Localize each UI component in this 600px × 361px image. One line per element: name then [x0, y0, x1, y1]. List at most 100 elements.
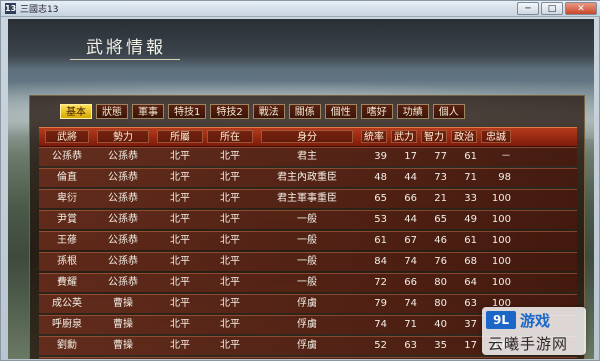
cell-politics: 71 — [464, 172, 477, 183]
column-header-faction[interactable]: 勢力 — [97, 130, 149, 143]
cell-intelligence: 46 — [434, 235, 447, 246]
cell-leadership: 74 — [374, 319, 387, 330]
cell-affiliation: 北平 — [170, 277, 190, 288]
screen-title: 武將情報 — [86, 38, 166, 58]
cell-leadership: 52 — [374, 340, 387, 351]
cell-loyalty: 98 — [498, 172, 511, 183]
window-title: 三國志13 — [20, 5, 59, 15]
cell-faction: 公孫恭 — [108, 172, 138, 183]
tab-2[interactable]: 狀態 — [96, 104, 128, 119]
cell-location: 北平 — [220, 340, 240, 351]
game-screen: 武將情報 基本 狀態 軍事 特技1 特技2 戰法 關係 個性 嗜好 功績 個人 武將 勢力 所屬 所在 身分… — [8, 19, 594, 359]
cell-intelligence: 65 — [434, 214, 447, 225]
tab-5[interactable]: 特技2 — [210, 104, 249, 119]
cell-leadership: 53 — [374, 214, 387, 225]
column-header-status[interactable]: 身分 — [261, 130, 353, 143]
cell-location: 北平 — [220, 235, 240, 246]
cell-status: 俘虜 — [297, 298, 317, 309]
game-window: 13 三國志13 ─ □ ✕ 武將情報 基本 狀態 軍事 特技1 特技2 戰法 關係 個性 嗜好… — [0, 0, 600, 361]
table-row[interactable]: 公孫恭 公孫恭 北平 北平 君主 39 17 77 61 － — [39, 147, 577, 166]
column-header-loyalty[interactable]: 忠誠 — [481, 130, 511, 143]
cell-officer: 倫直 — [57, 172, 77, 183]
cell-affiliation: 北平 — [170, 319, 190, 330]
cell-faction: 公孫恭 — [108, 256, 138, 267]
cell-war: 66 — [404, 277, 417, 288]
column-header-intelligence[interactable]: 智力 — [421, 130, 447, 143]
column-header-affiliation[interactable]: 所屬 — [157, 130, 203, 143]
table-row[interactable]: 卑衍 公孫恭 北平 北平 君主軍事重臣 65 66 21 33 100 — [39, 189, 577, 208]
cell-intelligence: 40 — [434, 319, 447, 330]
cell-officer: 孫根 — [57, 256, 77, 267]
tab-11[interactable]: 個人 — [432, 104, 465, 119]
table-row[interactable]: 倫直 公孫恭 北平 北平 君主內政重臣 48 44 73 71 98 — [39, 168, 577, 187]
title-underline — [70, 59, 180, 60]
close-button[interactable]: ✕ — [565, 2, 597, 15]
cell-leadership: 72 — [374, 277, 387, 288]
cell-loyalty: 100 — [491, 277, 511, 288]
cell-loyalty: 100 — [491, 214, 511, 225]
cell-status: 俘虜 — [297, 319, 317, 330]
cell-intelligence: 35 — [434, 340, 447, 351]
maximize-button[interactable]: □ — [541, 2, 563, 15]
cell-status: 一般 — [297, 256, 317, 267]
cell-leadership: 65 — [374, 193, 387, 204]
minimize-button[interactable]: ─ — [517, 2, 539, 15]
tab-6[interactable]: 戰法 — [252, 104, 285, 119]
tab-3[interactable]: 軍事 — [132, 104, 164, 119]
cell-leadership: 79 — [374, 298, 387, 309]
cell-faction: 公孫恭 — [108, 151, 138, 162]
cell-faction: 公孫恭 — [108, 193, 138, 204]
app-icon: 13 — [5, 3, 17, 14]
cell-war: 17 — [404, 151, 417, 162]
cell-status: 君主軍事重臣 — [277, 193, 337, 204]
tab-9[interactable]: 嗜好 — [360, 104, 393, 119]
cell-intelligence: 21 — [434, 193, 447, 204]
tab-bar: 基本 狀態 軍事 特技1 特技2 戰法 關係 個性 嗜好 功績 個人 — [60, 104, 465, 119]
cell-affiliation: 北平 — [170, 172, 190, 183]
tab-1[interactable]: 基本 — [60, 104, 92, 119]
cell-war: 71 — [404, 319, 417, 330]
table-row[interactable]: 尹賞 公孫恭 北平 北平 一般 53 44 65 49 100 — [39, 210, 577, 229]
column-header-war[interactable]: 武力 — [391, 130, 417, 143]
cell-officer: 王蓚 — [57, 235, 77, 246]
cell-affiliation: 北平 — [170, 256, 190, 267]
cell-intelligence: 76 — [434, 256, 447, 267]
cell-war: 74 — [404, 256, 417, 267]
table-row[interactable]: 夏侯琳曹操北平北平俘虜217423100 — [39, 357, 577, 359]
column-header-leadership[interactable]: 統率 — [361, 130, 387, 143]
cell-faction: 公孫恭 — [108, 277, 138, 288]
cell-politics: 37 — [464, 319, 477, 330]
cell-politics: 49 — [464, 214, 477, 225]
table-row[interactable]: 費耀 公孫恭 北平 北平 一般 72 66 80 64 100 — [39, 273, 577, 292]
table-row[interactable]: 王蓚 公孫恭 北平 北平 一般 61 67 46 61 100 — [39, 231, 577, 250]
cell-leadership: 61 — [374, 235, 387, 246]
cell-location: 北平 — [220, 214, 240, 225]
cell-officer: 呼廚泉 — [52, 319, 82, 330]
cell-location: 北平 — [220, 319, 240, 330]
cell-affiliation: 北平 — [170, 151, 190, 162]
tab-10[interactable]: 功績 — [396, 104, 429, 119]
cell-officer: 成公英 — [52, 298, 82, 309]
column-header-location[interactable]: 所在 — [207, 130, 253, 143]
cell-affiliation: 北平 — [170, 340, 190, 351]
cell-location: 北平 — [220, 277, 240, 288]
cell-officer: 劉勳 — [57, 340, 77, 351]
cell-loyalty: 100 — [491, 193, 511, 204]
column-header-officer[interactable]: 武將 — [45, 130, 89, 143]
tab-4[interactable]: 特技1 — [168, 104, 207, 119]
cell-leadership: 48 — [374, 172, 387, 183]
cell-location: 北平 — [220, 151, 240, 162]
cell-status: 君主內政重臣 — [277, 172, 337, 183]
cell-status: 一般 — [297, 235, 317, 246]
cell-war: 44 — [404, 214, 417, 225]
table-row[interactable]: 孫根 公孫恭 北平 北平 一般 84 74 76 68 100 — [39, 252, 577, 271]
cell-politics: 68 — [464, 256, 477, 267]
cell-location: 北平 — [220, 172, 240, 183]
site-watermark: 9L 游戏 云曦手游网 — [482, 307, 586, 355]
cell-politics: 63 — [464, 298, 477, 309]
tab-8[interactable]: 個性 — [324, 104, 357, 119]
cell-officer: 費耀 — [57, 277, 77, 288]
column-header-politics[interactable]: 政治 — [451, 130, 477, 143]
cell-faction: 曹操 — [113, 298, 133, 309]
tab-7[interactable]: 關係 — [288, 104, 321, 119]
